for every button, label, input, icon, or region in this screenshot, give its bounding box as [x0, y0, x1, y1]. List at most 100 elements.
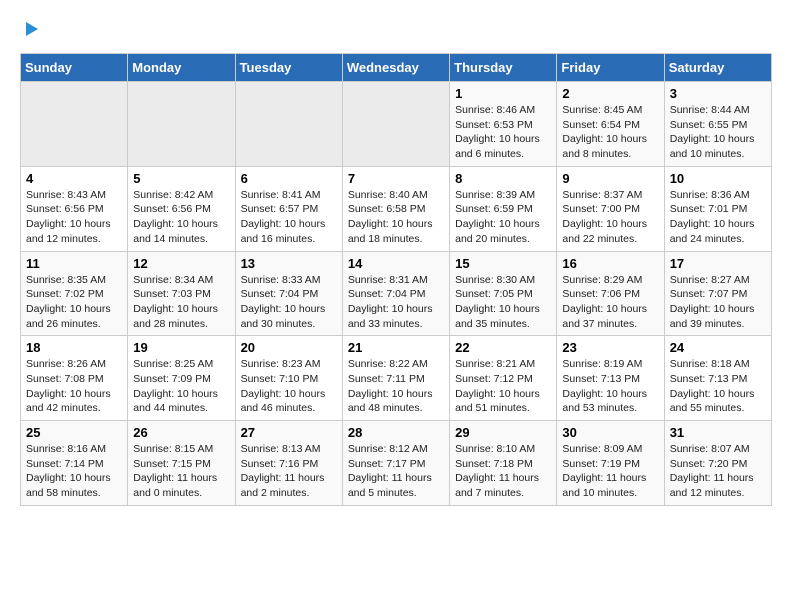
day-info: Sunrise: 8:27 AM Sunset: 7:07 PM Dayligh… — [670, 273, 766, 332]
day-info: Sunrise: 8:13 AM Sunset: 7:16 PM Dayligh… — [241, 442, 337, 501]
day-number: 15 — [455, 256, 551, 271]
day-info: Sunrise: 8:46 AM Sunset: 6:53 PM Dayligh… — [455, 103, 551, 162]
calendar-cell: 24 Sunrise: 8:18 AM Sunset: 7:13 PM Dayli… — [664, 336, 771, 421]
day-info: Sunrise: 8:41 AM Sunset: 6:57 PM Dayligh… — [241, 188, 337, 247]
calendar-cell: 3 Sunrise: 8:44 AM Sunset: 6:55 PM Daylig… — [664, 82, 771, 167]
day-info: Sunrise: 8:40 AM Sunset: 6:58 PM Dayligh… — [348, 188, 444, 247]
calendar-cell: 27Sunrise: 8:13 AM Sunset: 7:16 PM Dayli… — [235, 421, 342, 506]
day-info: Sunrise: 8:33 AM Sunset: 7:04 PM Dayligh… — [241, 273, 337, 332]
day-number: 1 — [455, 86, 551, 101]
day-number: 21 — [348, 340, 444, 355]
day-info: Sunrise: 8:19 AM Sunset: 7:13 PM Dayligh… — [562, 357, 658, 416]
calendar-cell: 7 Sunrise: 8:40 AM Sunset: 6:58 PM Daylig… — [342, 166, 449, 251]
weekday-header-sunday: Sunday — [21, 54, 128, 82]
day-info: Sunrise: 8:39 AM Sunset: 6:59 PM Dayligh… — [455, 188, 551, 247]
weekday-header-tuesday: Tuesday — [235, 54, 342, 82]
day-number: 5 — [133, 171, 229, 186]
day-number: 13 — [241, 256, 337, 271]
day-number: 24 — [670, 340, 766, 355]
calendar-cell — [235, 82, 342, 167]
calendar-cell: 5 Sunrise: 8:42 AM Sunset: 6:56 PM Daylig… — [128, 166, 235, 251]
weekday-header-friday: Friday — [557, 54, 664, 82]
weekday-row: SundayMondayTuesdayWednesdayThursdayFrid… — [21, 54, 772, 82]
calendar-cell: 17Sunrise: 8:27 AM Sunset: 7:07 PM Dayli… — [664, 251, 771, 336]
day-number: 3 — [670, 86, 766, 101]
calendar-cell: 1 Sunrise: 8:46 AM Sunset: 6:53 PM Daylig… — [450, 82, 557, 167]
weekday-header-wednesday: Wednesday — [342, 54, 449, 82]
calendar-week-3: 18Sunrise: 8:26 AM Sunset: 7:08 PM Dayli… — [21, 336, 772, 421]
day-number: 25 — [26, 425, 122, 440]
day-number: 30 — [562, 425, 658, 440]
day-number: 6 — [241, 171, 337, 186]
day-number: 28 — [348, 425, 444, 440]
day-number: 12 — [133, 256, 229, 271]
calendar-cell: 11Sunrise: 8:35 AM Sunset: 7:02 PM Dayli… — [21, 251, 128, 336]
day-number: 7 — [348, 171, 444, 186]
calendar-cell: 25 Sunrise: 8:16 AM Sunset: 7:14 PM Dayli… — [21, 421, 128, 506]
calendar-table: SundayMondayTuesdayWednesdayThursdayFrid… — [20, 53, 772, 506]
calendar-cell: 18Sunrise: 8:26 AM Sunset: 7:08 PM Dayli… — [21, 336, 128, 421]
day-info: Sunrise: 8:36 AM Sunset: 7:01 PM Dayligh… — [670, 188, 766, 247]
day-info: Sunrise: 8:16 AM Sunset: 7:14 PM Dayligh… — [26, 442, 122, 501]
day-info: Sunrise: 8:29 AM Sunset: 7:06 PM Dayligh… — [562, 273, 658, 332]
calendar-cell: 12Sunrise: 8:34 AM Sunset: 7:03 PM Dayli… — [128, 251, 235, 336]
calendar-cell: 30 Sunrise: 8:09 AM Sunset: 7:19 PM Dayli… — [557, 421, 664, 506]
calendar-header: SundayMondayTuesdayWednesdayThursdayFrid… — [21, 54, 772, 82]
calendar-cell: 31Sunrise: 8:07 AM Sunset: 7:20 PM Dayli… — [664, 421, 771, 506]
calendar-cell: 9Sunrise: 8:37 AM Sunset: 7:00 PM Daylig… — [557, 166, 664, 251]
day-number: 26 — [133, 425, 229, 440]
day-info: Sunrise: 8:25 AM Sunset: 7:09 PM Dayligh… — [133, 357, 229, 416]
calendar-week-0: 1 Sunrise: 8:46 AM Sunset: 6:53 PM Daylig… — [21, 82, 772, 167]
day-info: Sunrise: 8:09 AM Sunset: 7:19 PM Dayligh… — [562, 442, 658, 501]
calendar-cell: 20 Sunrise: 8:23 AM Sunset: 7:10 PM Dayli… — [235, 336, 342, 421]
calendar-cell: 29 Sunrise: 8:10 AM Sunset: 7:18 PM Dayli… — [450, 421, 557, 506]
calendar-cell: 16 Sunrise: 8:29 AM Sunset: 7:06 PM Dayli… — [557, 251, 664, 336]
calendar-cell: 23 Sunrise: 8:19 AM Sunset: 7:13 PM Dayli… — [557, 336, 664, 421]
calendar-cell: 13 Sunrise: 8:33 AM Sunset: 7:04 PM Dayli… — [235, 251, 342, 336]
day-number: 22 — [455, 340, 551, 355]
day-info: Sunrise: 8:21 AM Sunset: 7:12 PM Dayligh… — [455, 357, 551, 416]
calendar-week-2: 11Sunrise: 8:35 AM Sunset: 7:02 PM Dayli… — [21, 251, 772, 336]
weekday-header-saturday: Saturday — [664, 54, 771, 82]
calendar-week-4: 25 Sunrise: 8:16 AM Sunset: 7:14 PM Dayli… — [21, 421, 772, 506]
calendar-cell: 22 Sunrise: 8:21 AM Sunset: 7:12 PM Dayli… — [450, 336, 557, 421]
day-info: Sunrise: 8:15 AM Sunset: 7:15 PM Dayligh… — [133, 442, 229, 501]
calendar-cell: 14 Sunrise: 8:31 AM Sunset: 7:04 PM Dayli… — [342, 251, 449, 336]
day-info: Sunrise: 8:37 AM Sunset: 7:00 PM Dayligh… — [562, 188, 658, 247]
calendar-cell: 8 Sunrise: 8:39 AM Sunset: 6:59 PM Daylig… — [450, 166, 557, 251]
logo — [20, 20, 40, 37]
day-number: 29 — [455, 425, 551, 440]
calendar-cell: 2 Sunrise: 8:45 AM Sunset: 6:54 PM Daylig… — [557, 82, 664, 167]
day-number: 23 — [562, 340, 658, 355]
day-info: Sunrise: 8:45 AM Sunset: 6:54 PM Dayligh… — [562, 103, 658, 162]
day-info: Sunrise: 8:22 AM Sunset: 7:11 PM Dayligh… — [348, 357, 444, 416]
day-number: 16 — [562, 256, 658, 271]
calendar-cell: 26 Sunrise: 8:15 AM Sunset: 7:15 PM Dayli… — [128, 421, 235, 506]
day-info: Sunrise: 8:18 AM Sunset: 7:13 PM Dayligh… — [670, 357, 766, 416]
calendar-body: 1 Sunrise: 8:46 AM Sunset: 6:53 PM Daylig… — [21, 82, 772, 506]
calendar-cell — [21, 82, 128, 167]
day-info: Sunrise: 8:23 AM Sunset: 7:10 PM Dayligh… — [241, 357, 337, 416]
calendar-cell: 19Sunrise: 8:25 AM Sunset: 7:09 PM Dayli… — [128, 336, 235, 421]
day-info: Sunrise: 8:42 AM Sunset: 6:56 PM Dayligh… — [133, 188, 229, 247]
day-number: 14 — [348, 256, 444, 271]
calendar-cell: 15Sunrise: 8:30 AM Sunset: 7:05 PM Dayli… — [450, 251, 557, 336]
calendar-cell: 28Sunrise: 8:12 AM Sunset: 7:17 PM Dayli… — [342, 421, 449, 506]
day-number: 31 — [670, 425, 766, 440]
day-number: 10 — [670, 171, 766, 186]
day-number: 18 — [26, 340, 122, 355]
calendar-cell — [128, 82, 235, 167]
day-number: 2 — [562, 86, 658, 101]
weekday-header-thursday: Thursday — [450, 54, 557, 82]
day-number: 4 — [26, 171, 122, 186]
day-info: Sunrise: 8:10 AM Sunset: 7:18 PM Dayligh… — [455, 442, 551, 501]
day-number: 11 — [26, 256, 122, 271]
day-number: 8 — [455, 171, 551, 186]
calendar-cell: 6 Sunrise: 8:41 AM Sunset: 6:57 PM Daylig… — [235, 166, 342, 251]
day-number: 20 — [241, 340, 337, 355]
calendar-cell — [342, 82, 449, 167]
day-info: Sunrise: 8:31 AM Sunset: 7:04 PM Dayligh… — [348, 273, 444, 332]
day-info: Sunrise: 8:44 AM Sunset: 6:55 PM Dayligh… — [670, 103, 766, 162]
day-info: Sunrise: 8:43 AM Sunset: 6:56 PM Dayligh… — [26, 188, 122, 247]
logo-arrow-icon — [22, 20, 40, 38]
